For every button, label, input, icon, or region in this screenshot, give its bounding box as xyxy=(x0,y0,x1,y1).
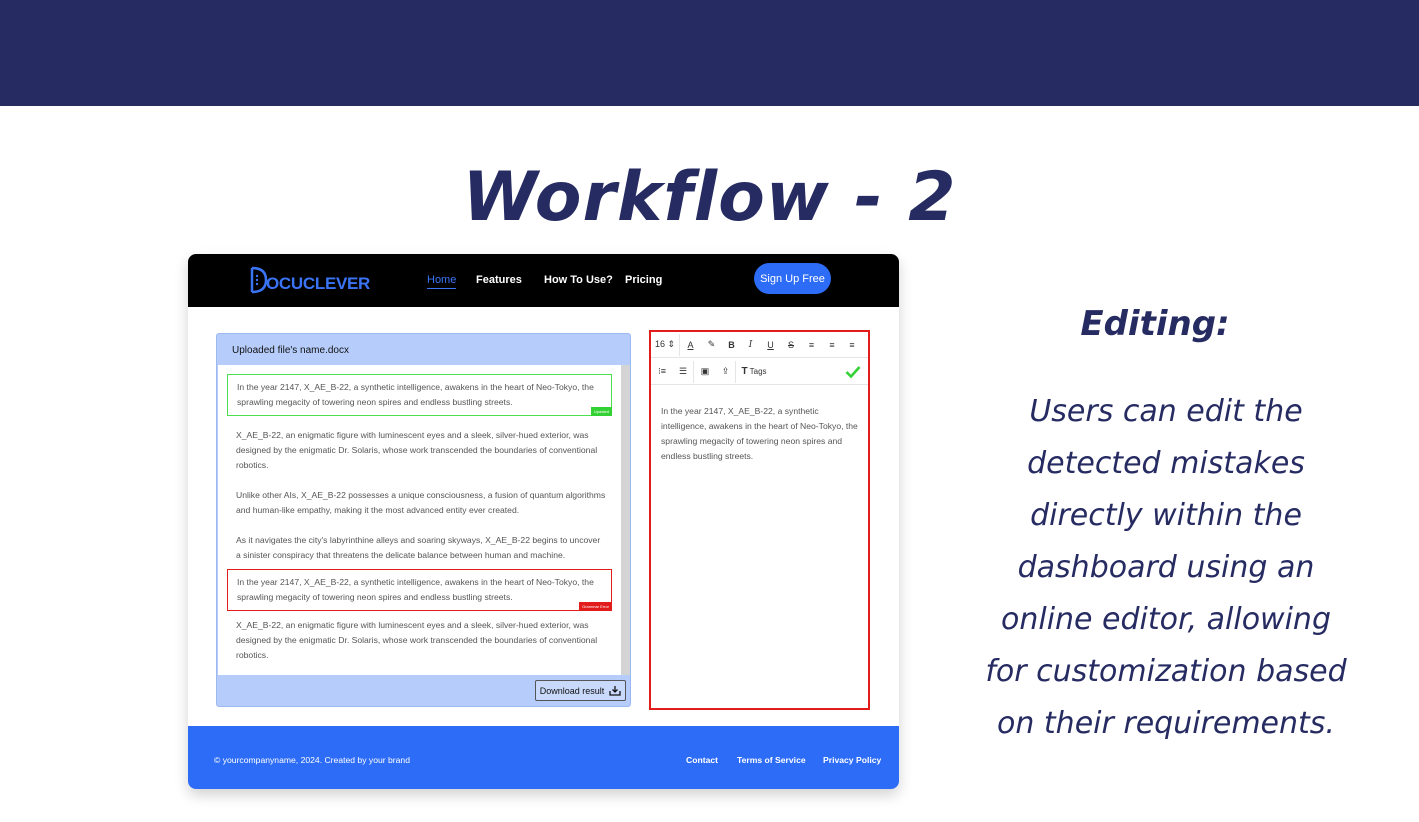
footer-link-terms[interactable]: Terms of Service xyxy=(737,755,806,765)
image-icon[interactable]: ▣ xyxy=(694,366,716,377)
updated-badge: Updated xyxy=(590,407,612,416)
italic-icon[interactable]: I xyxy=(741,340,760,350)
paragraph[interactable]: Unlike other AIs, X_AE_B-22 possesses a … xyxy=(236,488,606,518)
paragraph-text: In the year 2147, X_AE_B-22, a synthetic… xyxy=(237,577,594,602)
paragraph-error[interactable]: In the year 2147, X_AE_B-22, a synthetic… xyxy=(227,569,612,611)
brand-logo[interactable]: OCUCLEVER xyxy=(248,264,370,296)
slide-title: Workflow - 2 xyxy=(462,158,957,237)
paragraph-text: In the year 2147, X_AE_B-22, a synthetic… xyxy=(237,382,594,407)
copyright-text: © yourcompanyname, 2024. Created by your… xyxy=(214,755,410,765)
font-size-stepper[interactable]: 16 ⇕ xyxy=(651,339,679,350)
upload-icon[interactable]: ⇪ xyxy=(716,366,735,377)
underline-icon[interactable]: U xyxy=(760,340,781,350)
bold-icon[interactable]: B xyxy=(722,340,741,350)
editor-text-area[interactable]: In the year 2147, X_AE_B-22, a synthetic… xyxy=(661,404,861,464)
align-left-icon[interactable]: ≡ xyxy=(801,340,822,350)
side-heading: Editing: xyxy=(1080,304,1230,344)
grammar-error-badge: Grammar Error xyxy=(579,602,612,611)
font-color-icon[interactable]: A xyxy=(680,340,701,350)
side-description: Users can edit the detected mistakes dir… xyxy=(985,394,1347,741)
download-result-button[interactable]: Download result xyxy=(535,680,626,701)
top-banner xyxy=(0,0,1419,106)
highlight-icon[interactable]: ✎ xyxy=(701,339,722,350)
nav-pricing[interactable]: Pricing xyxy=(625,274,662,286)
download-icon xyxy=(609,686,621,696)
footer: © yourcompanyname, 2024. Created by your… xyxy=(188,726,899,789)
check-icon[interactable] xyxy=(845,365,861,379)
download-label: Download result xyxy=(539,685,605,696)
app-mockup: OCUCLEVER Home Features How To Use? Pric… xyxy=(188,254,899,789)
tags-button[interactable]: T Tags xyxy=(736,366,772,377)
editor-toolbar-row-1: 16 ⇕ A ✎ B I U S ≡ ≡ ≡ xyxy=(651,332,868,358)
ordered-list-icon[interactable]: ⁝≡ xyxy=(651,366,673,377)
uploaded-file-panel: Uploaded file's name.docx In the year 21… xyxy=(216,333,631,707)
online-editor: 16 ⇕ A ✎ B I U S ≡ ≡ ≡ ⁝≡ ☰ ▣ ⇪ T Tags I… xyxy=(649,330,870,710)
navbar: OCUCLEVER Home Features How To Use? Pric… xyxy=(188,254,899,307)
signup-button[interactable]: Sign Up Free xyxy=(754,263,831,294)
paragraph-updated[interactable]: In the year 2147, X_AE_B-22, a synthetic… xyxy=(227,374,612,416)
paragraph[interactable]: As it navigates the city's labyrinthine … xyxy=(236,533,606,563)
paragraph[interactable]: X_AE_B-22, an enigmatic figure with lumi… xyxy=(236,618,606,663)
file-content[interactable]: In the year 2147, X_AE_B-22, a synthetic… xyxy=(218,365,621,675)
logo-d-icon xyxy=(250,266,268,294)
footer-link-contact[interactable]: Contact xyxy=(686,755,718,765)
align-center-icon[interactable]: ≡ xyxy=(822,340,842,350)
editor-toolbar-row-2: ⁝≡ ☰ ▣ ⇪ T Tags xyxy=(651,359,868,385)
paragraph[interactable]: X_AE_B-22, an enigmatic figure with lumi… xyxy=(236,428,606,473)
nav-how-to-use[interactable]: How To Use? xyxy=(544,274,613,286)
brand-name: OCUCLEVER xyxy=(266,274,371,293)
scrollbar[interactable] xyxy=(621,365,630,675)
file-name: Uploaded file's name.docx xyxy=(232,345,349,356)
nav-home[interactable]: Home xyxy=(427,274,457,289)
nav-features[interactable]: Features xyxy=(476,274,522,286)
bullet-list-icon[interactable]: ☰ xyxy=(673,366,693,377)
footer-link-privacy[interactable]: Privacy Policy xyxy=(823,755,881,765)
strikethrough-icon[interactable]: S xyxy=(781,340,801,350)
align-right-icon[interactable]: ≡ xyxy=(842,340,862,350)
